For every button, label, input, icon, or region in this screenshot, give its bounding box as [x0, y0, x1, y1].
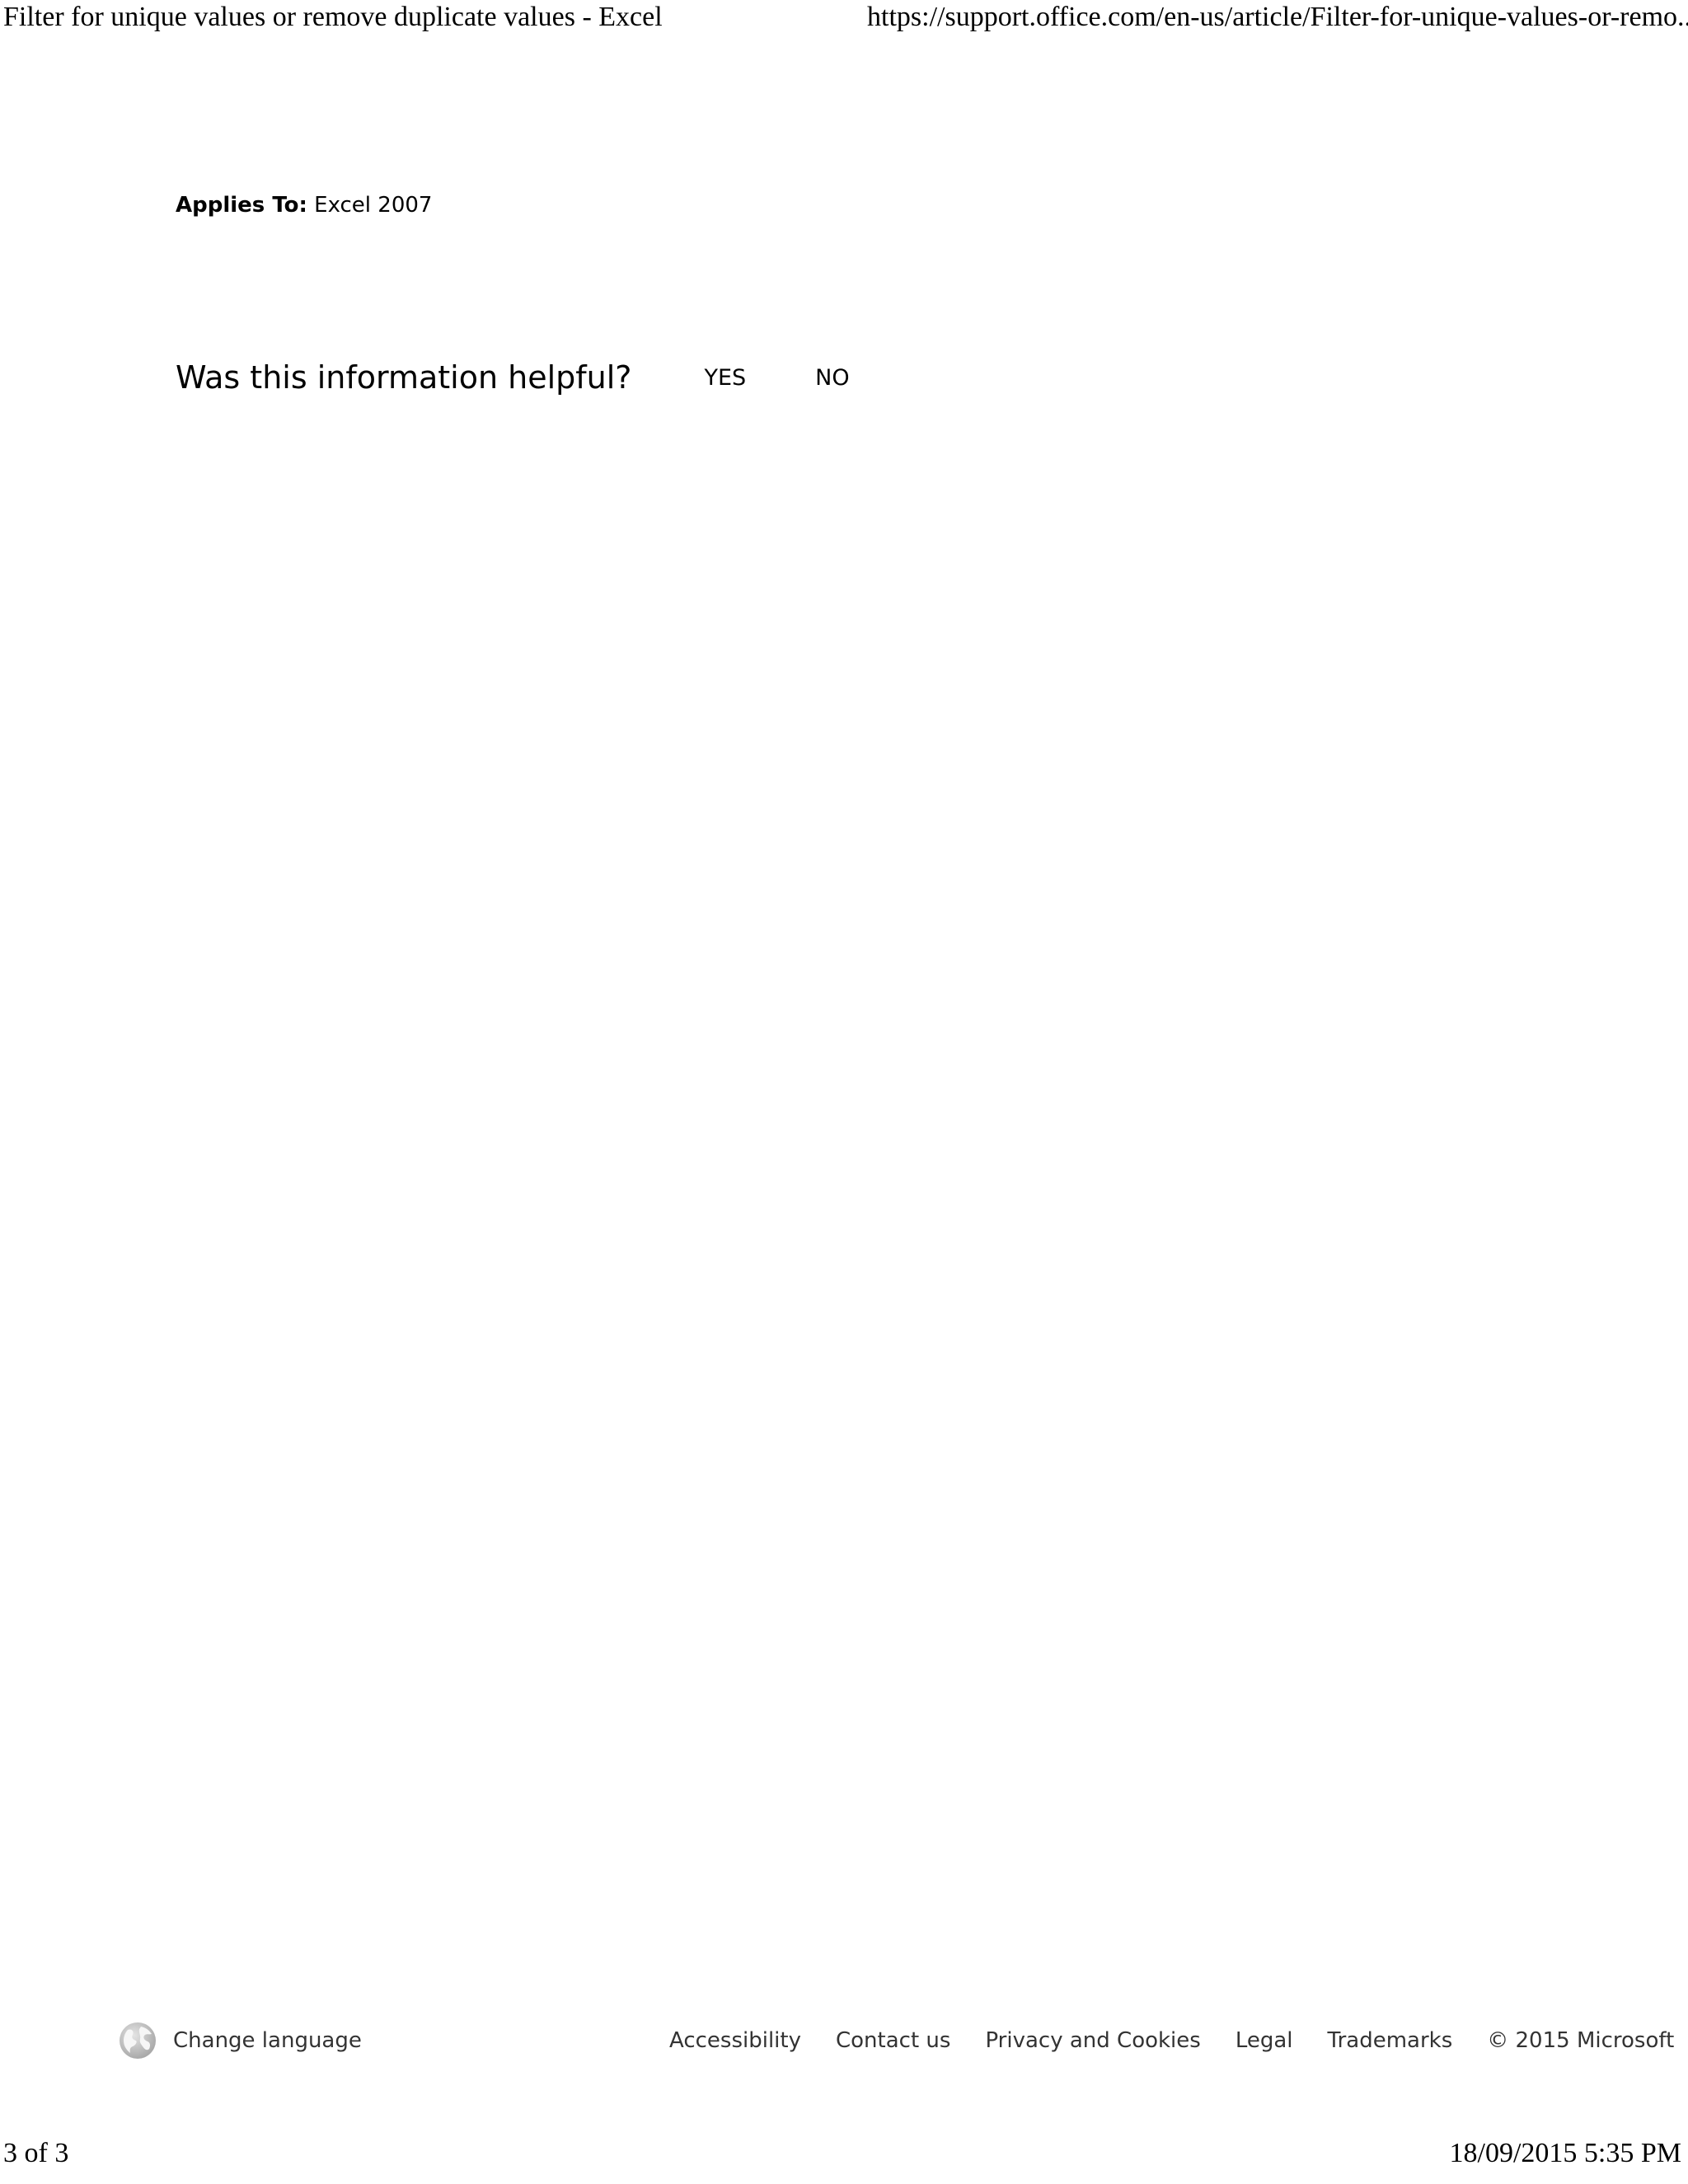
print-header-title: Filter for unique values or remove dupli…	[3, 2, 663, 32]
feedback-yes-button[interactable]: YES	[704, 365, 746, 391]
print-footer-page: 3 of 3	[3, 2138, 69, 2168]
footer-link-legal[interactable]: Legal	[1236, 2028, 1293, 2053]
footer-link-accessibility[interactable]: Accessibility	[669, 2028, 801, 2053]
applies-to-value: Excel 2007	[307, 193, 433, 218]
applies-to: Applies To: Excel 2007	[176, 193, 432, 218]
feedback-question: Was this information helpful?	[176, 359, 632, 396]
print-header-url: https://support.office.com/en-us/article…	[867, 2, 1688, 32]
footer-link-contact-us[interactable]: Contact us	[836, 2028, 950, 2053]
print-footer-datetime: 18/09/2015 5:35 PM	[1449, 2138, 1681, 2168]
change-language-link[interactable]: Change language	[119, 2018, 362, 2064]
feedback-row: Was this information helpful? YES NO	[176, 353, 850, 402]
site-footer: Change language Accessibility Contact us…	[0, 2018, 1688, 2064]
footer-link-privacy-and-cookies[interactable]: Privacy and Cookies	[985, 2028, 1200, 2053]
footer-link-trademarks[interactable]: Trademarks	[1328, 2028, 1453, 2053]
globe-icon	[119, 2022, 157, 2060]
footer-links: Accessibility Contact us Privacy and Coo…	[669, 2018, 1674, 2064]
change-language-label: Change language	[173, 2028, 362, 2053]
footer-copyright: © 2015 Microsoft	[1487, 2028, 1675, 2053]
feedback-no-button[interactable]: NO	[815, 365, 849, 391]
applies-to-label: Applies To:	[176, 193, 307, 218]
